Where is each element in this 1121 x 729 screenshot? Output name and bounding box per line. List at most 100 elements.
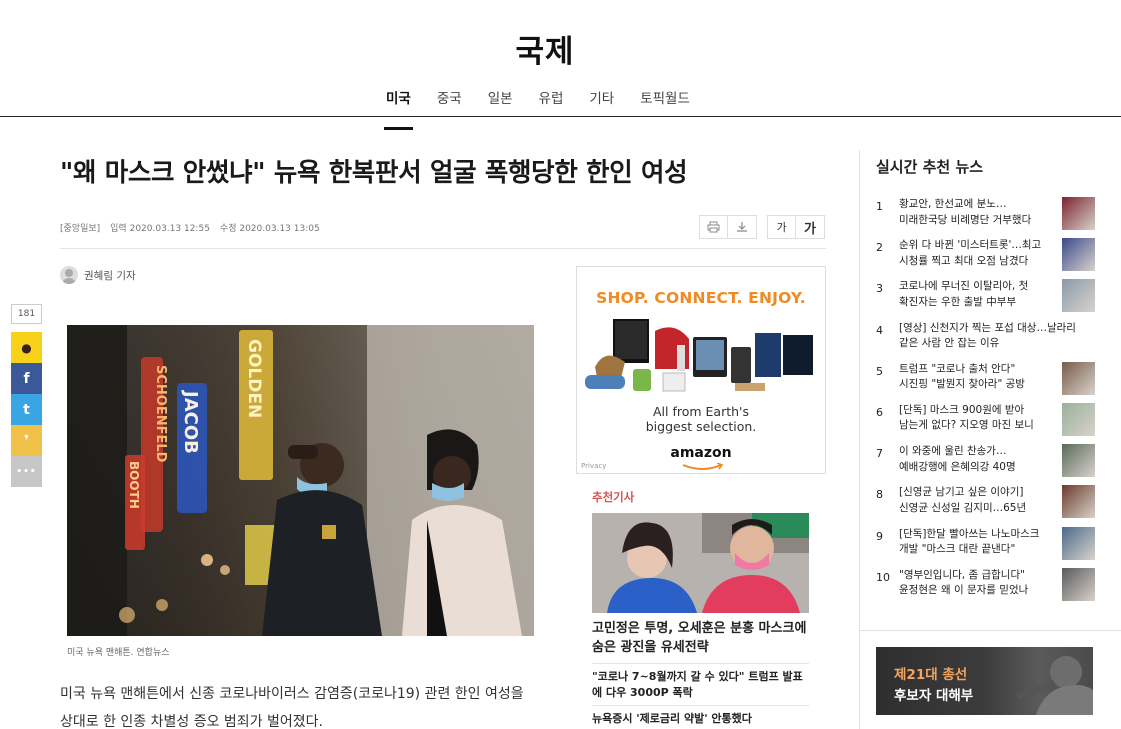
- article-meta: [중앙일보] 입력 2020.03.13 12:55 수정 2020.03.13…: [60, 221, 320, 234]
- rank-thumbnail[interactable]: [1062, 485, 1095, 519]
- share-count: 181: [11, 304, 42, 324]
- rank-headline: [단독]한달 빨아쓰는 나노마스크 개발 "마스크 대란 끝낸다": [899, 527, 1040, 556]
- photo-sign-golden: GOLDEN: [244, 339, 264, 418]
- facebook-share-button[interactable]: f: [11, 363, 42, 394]
- download-button[interactable]: [728, 215, 757, 239]
- print-button[interactable]: [699, 215, 728, 239]
- nav-tab-1[interactable]: 중국: [437, 87, 462, 117]
- photo-sign-booth: BOOTH: [127, 461, 141, 509]
- rank-thumbnail[interactable]: [1062, 279, 1095, 313]
- rank-headline: 순위 다 바뀐 '미스터트롯'…최고 시청률 찍고 최대 오점 남겼다: [899, 239, 1042, 267]
- street-scene-image: SCHOENFELD JACOB GOLDEN BOOTH: [67, 325, 534, 636]
- realtime-news-item[interactable]: 9 [단독]한달 빨아쓰는 나노마스크 개발 "마스크 대란 끝낸다": [876, 526, 1096, 568]
- header-divider: [0, 116, 1121, 117]
- nav-tab-5[interactable]: 토픽월드: [640, 87, 690, 117]
- photo-sign-jacob: JACOB: [180, 389, 201, 454]
- rank-number: 6: [876, 405, 883, 419]
- published-info: 입력 2020.03.13 12:55: [110, 224, 210, 234]
- recommended-main-title[interactable]: 고민정은 투명, 오세훈은 분홍 마스크에 숨은 광진을 유세전략: [592, 619, 809, 657]
- election-banner-subtitle: 후보자 대해부: [894, 688, 974, 704]
- section-nav: 미국 중국 일본 유럽 기타 토픽월드: [384, 87, 716, 130]
- rank-number: 3: [876, 282, 883, 296]
- election-banner[interactable]: 제21대 총선 후보자 대해부: [876, 647, 1093, 715]
- rank-headline: [신영균 남기고 싶은 이야기] 신영균 신성일 김지미…65년: [899, 486, 1027, 514]
- realtime-news-item[interactable]: 2 순위 다 바뀐 '미스터트롯'…최고 시청률 찍고 최대 오점 남겼다: [876, 238, 1096, 279]
- article-source: [중앙일보]: [60, 224, 101, 234]
- sidebar-divider: [859, 150, 860, 729]
- rank-thumbnail[interactable]: [1062, 567, 1095, 601]
- rank-thumbnail[interactable]: [1062, 361, 1095, 395]
- rank-thumbnail[interactable]: [1062, 444, 1095, 478]
- ad-products-image: [585, 319, 813, 392]
- realtime-news-item[interactable]: 1 황교안, 한선교에 분노… 미래한국당 비례명단 거부했다: [876, 197, 1096, 238]
- photo-caption: 미국 뉴욕 맨해튼. 연합뉴스: [67, 648, 170, 658]
- realtime-news-item[interactable]: 6 [단독] 마스크 900원에 받아 남는게 없다? 지오영 마진 보니: [876, 402, 1096, 444]
- more-share-button[interactable]: •••: [11, 456, 42, 487]
- ad-tagline: All from Earth's biggest selection.: [645, 404, 757, 434]
- sidebar-title: 실시간 추천 뉴스: [876, 158, 984, 176]
- nav-tab-3[interactable]: 유럽: [539, 87, 564, 117]
- nav-tab-4[interactable]: 기타: [589, 87, 614, 117]
- rank-thumbnail[interactable]: [1062, 402, 1095, 436]
- rank-number: 5: [876, 364, 883, 378]
- nav-tab-0[interactable]: 미국: [384, 87, 413, 130]
- twitter-share-button[interactable]: t: [11, 394, 42, 425]
- rank-headline: [영상] 신천지가 찍는 포섭 대상…날라리 같은 사람 안 잡는 이유: [899, 321, 1076, 350]
- photo-sign-schoenfeld: SCHOENFELD: [153, 365, 168, 463]
- font-smaller-button[interactable]: 가: [767, 215, 796, 239]
- section-title: 국제: [515, 34, 575, 70]
- updated-info: 수정 2020.03.13 13:05: [219, 224, 320, 234]
- rank-headline: 코로나에 무너진 이탈리아, 첫 확진자는 우한 출발 中부부: [899, 280, 1029, 308]
- amazon-logo: amazon: [670, 445, 732, 461]
- amazon-smile-icon: [682, 463, 724, 470]
- recommended-photo[interactable]: [592, 513, 809, 613]
- nav-tab-2[interactable]: 일본: [488, 87, 513, 117]
- rank-headline: 황교안, 한선교에 분노… 미래한국당 비례명단 거부했다: [899, 198, 1032, 226]
- kakaostory-icon: ❜: [24, 432, 29, 449]
- rank-thumbnail[interactable]: [1062, 238, 1095, 272]
- meta-divider: [60, 248, 826, 249]
- rank-headline: "영부인입니다, 좀 급합니다" 윤정현은 왜 이 문자를 믿었나: [899, 568, 1029, 597]
- election-banner-title: 제21대 총선: [894, 667, 968, 683]
- realtime-news-item[interactable]: 8 [신영균 남기고 싶은 이야기] 신영균 신성일 김지미…65년: [876, 485, 1096, 526]
- realtime-news-list: 1 황교안, 한선교에 분노… 미래한국당 비례명단 거부했다 2 순위 다 바뀐 '미…: [876, 197, 1096, 609]
- font-size-controls: 가 가: [767, 215, 825, 239]
- print-icon: [707, 221, 720, 233]
- recommended-item[interactable]: 뉴욕증시 '제로금리 약발' 안통했다: [592, 705, 809, 727]
- rank-headline: 트럼프 "코로나 출처 안다" 시진핑 "발뭔지 찾아라" 공방: [899, 362, 1025, 391]
- reporter-name[interactable]: 권혜림 기자: [84, 268, 136, 283]
- rank-number: 9: [876, 529, 883, 543]
- rank-number: 10: [876, 570, 890, 584]
- rank-thumbnail[interactable]: [1062, 526, 1095, 560]
- ad-headline: SHOP. CONNECT. ENJOY.: [596, 289, 806, 307]
- article-tools: [699, 215, 757, 239]
- rank-number: 4: [876, 323, 883, 337]
- download-icon: [737, 222, 747, 232]
- recommended-image: [592, 513, 809, 613]
- rank-number: 7: [876, 447, 883, 461]
- sidebar-bottom-divider: [859, 630, 1121, 631]
- kakaotalk-icon: ●: [21, 340, 32, 355]
- kakaotalk-share-button[interactable]: ●: [11, 332, 42, 363]
- kakaostory-share-button[interactable]: ❜: [11, 425, 42, 456]
- more-icon: •••: [16, 466, 37, 477]
- amazon-ad[interactable]: SHOP. CONNECT. ENJOY. All from Earth's b…: [576, 266, 826, 474]
- byline: 권혜림 기자: [60, 266, 136, 284]
- ad-privacy-link[interactable]: Privacy: [581, 462, 606, 470]
- realtime-news-item[interactable]: 3 코로나에 무너진 이탈리아, 첫 확진자는 우한 출발 中부부: [876, 279, 1096, 320]
- recommended-item[interactable]: "코로나 7~8월까지 갈 수 있다" 트럼프 발표에 다우 3000P 폭락: [592, 663, 809, 701]
- realtime-news-item[interactable]: 7 이 와중에 울린 찬송가… 예배강행에 은혜의강 40명: [876, 444, 1096, 485]
- article-headline: "왜 마스크 안썼냐" 뉴욕 한복판서 얼굴 폭행당한 한인 여성: [60, 158, 688, 188]
- reporter-avatar-icon: [60, 266, 78, 284]
- font-larger-button[interactable]: 가: [796, 215, 825, 239]
- realtime-news-item[interactable]: 5 트럼프 "코로나 출처 안다" 시진핑 "발뭔지 찾아라" 공방: [876, 361, 1096, 403]
- twitter-icon: t: [23, 401, 30, 418]
- rank-headline: [단독] 마스크 900원에 받아 남는게 없다? 지오영 마진 보니: [899, 403, 1034, 432]
- share-rail: 181 ● f t ❜ •••: [11, 304, 42, 487]
- rank-thumbnail[interactable]: [1062, 197, 1095, 230]
- realtime-news-item[interactable]: 4 [영상] 신천지가 찍는 포섭 대상…날라리 같은 사람 안 잡는 이유: [876, 321, 1096, 362]
- realtime-news-item[interactable]: 10 "영부인입니다, 좀 급합니다" 윤정현은 왜 이 문자를 믿었나: [876, 567, 1096, 609]
- article-photo: SCHOENFELD JACOB GOLDEN BOOTH: [67, 325, 534, 636]
- rank-number: 2: [876, 241, 883, 255]
- rank-headline: 이 와중에 울린 찬송가… 예배강행에 은혜의강 40명: [899, 445, 1016, 473]
